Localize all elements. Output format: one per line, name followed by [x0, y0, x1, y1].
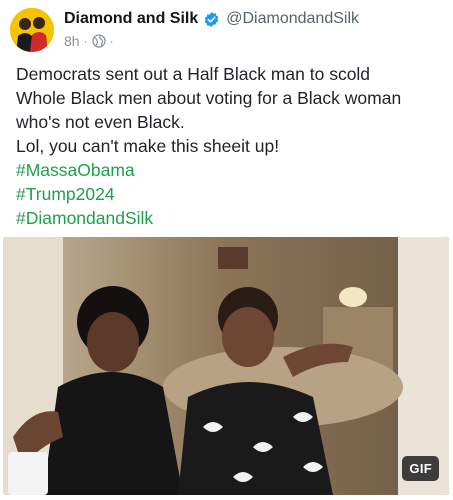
gif-image	[3, 237, 449, 495]
author-name[interactable]: Diamond and Silk	[64, 10, 198, 28]
hashtag-link[interactable]: #MassaObama	[16, 158, 446, 182]
avatar-image	[10, 8, 54, 52]
post-text-line: who's not even Black.	[16, 112, 185, 132]
gif-media[interactable]: GIF	[3, 237, 449, 495]
post-header: Diamond and Silk @DiamondandSilk 8h · ·	[64, 9, 445, 51]
social-post: Diamond and Silk @DiamondandSilk 8h · · …	[0, 0, 453, 500]
post-body: Democrats sent out a Half Black man to s…	[16, 62, 446, 230]
post-text-line: Lol, you can't make this sheeit up!	[16, 136, 280, 156]
globe-icon	[91, 34, 106, 48]
post-text-line: Whole Black men about voting for a Black…	[16, 88, 402, 108]
meta-separator: ·	[83, 34, 88, 48]
post-text-line: Democrats sent out a Half Black man to s…	[16, 64, 371, 84]
verified-badge-icon	[203, 11, 220, 28]
avatar[interactable]	[10, 8, 54, 52]
hashtag-link[interactable]: #DiamondandSilk	[16, 206, 446, 230]
more-options-dot[interactable]: ·	[110, 34, 114, 48]
gif-badge: GIF	[402, 456, 439, 481]
hashtag-link[interactable]: #Trump2024	[16, 182, 446, 206]
author-handle[interactable]: @DiamondandSilk	[226, 10, 359, 28]
post-time[interactable]: 8h	[64, 33, 80, 49]
